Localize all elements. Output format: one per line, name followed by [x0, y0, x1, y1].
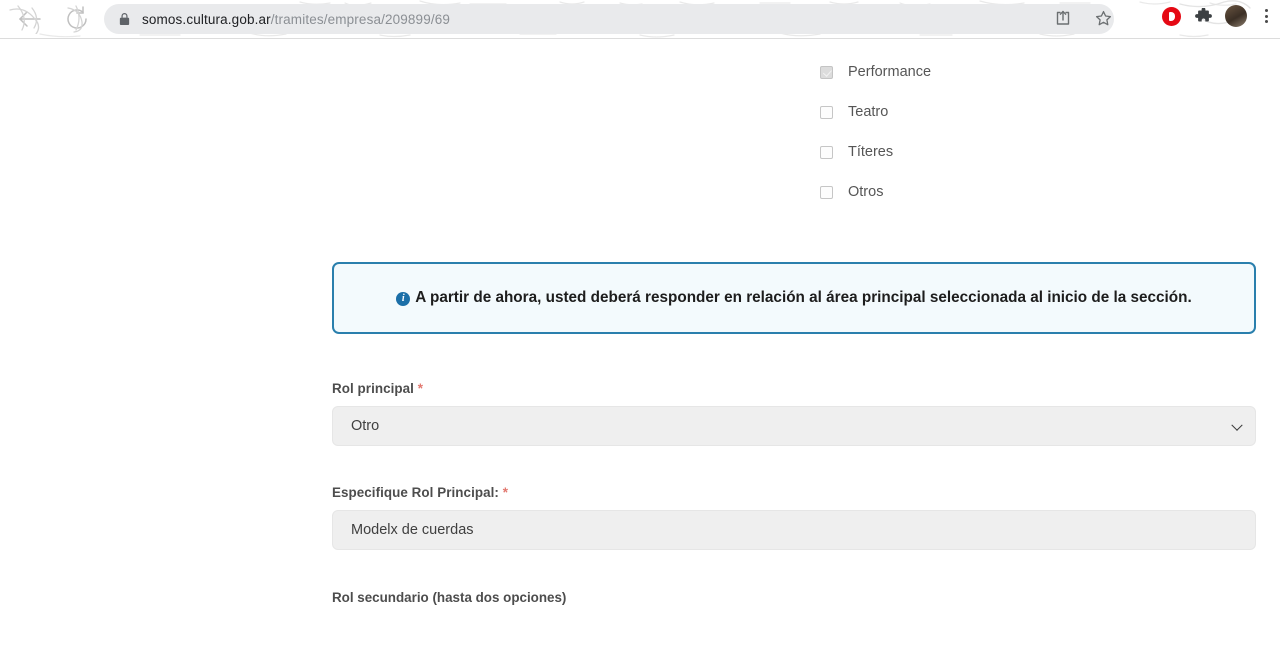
lock-icon: [119, 13, 130, 26]
checkbox-label-otros: Otros: [848, 184, 884, 200]
label-especifique-rol-text: Especifique Rol Principal:: [332, 485, 499, 500]
checkbox-row-performance[interactable]: Performance: [820, 52, 931, 92]
url-path: /tramites/empresa/209899/69: [270, 11, 451, 27]
info-alert: i A partir de ahora, usted deberá respond…: [332, 262, 1256, 335]
kebab-menu-icon[interactable]: [1258, 6, 1274, 26]
checkbox-label-teatro: Teatro: [848, 104, 889, 120]
browser-nav-icons[interactable]: [6, 4, 110, 35]
omnibox-actions[interactable]: [1052, 7, 1114, 29]
checkbox-performance[interactable]: [820, 65, 833, 79]
disciplines-checkbox-group: Performance Teatro Títeres Otros: [820, 52, 931, 212]
checkbox-label-titeres: Títeres: [848, 144, 894, 160]
address-bar[interactable]: somos.cultura.gob.ar/tramites/empresa/20…: [104, 4, 1114, 34]
checkbox-row-titeres[interactable]: Títeres: [820, 132, 931, 172]
checkbox-teatro[interactable]: [820, 105, 833, 119]
info-alert-text: A partir de ahora, usted deberá responde…: [415, 289, 1192, 306]
input-especifique-rol[interactable]: Modelx de cuerdas: [332, 510, 1256, 550]
checkbox-row-teatro[interactable]: Teatro: [820, 92, 931, 132]
input-especifique-rol-value: Modelx de cuerdas: [351, 522, 474, 538]
avatar-icon[interactable]: [1225, 5, 1247, 27]
select-rol-principal-value: Otro: [351, 418, 380, 434]
url-display: somos.cultura.gob.ar/tramites/empresa/20…: [142, 12, 450, 27]
field-rol-principal: Rol principal * Otro: [332, 381, 1256, 446]
checkbox-otros[interactable]: [820, 185, 833, 199]
label-rol-secundario: Rol secundario (hasta dos opciones): [332, 590, 567, 605]
select-rol-principal[interactable]: Otro: [332, 406, 1256, 446]
checkbox-titeres[interactable]: [820, 145, 833, 159]
share-icon[interactable]: [1052, 7, 1074, 29]
label-rol-principal: Rol principal *: [332, 381, 1256, 396]
puzzle-piece-icon[interactable]: [1192, 5, 1214, 27]
reload-icon: [67, 6, 87, 29]
field-especifique-rol: Especifique Rol Principal: * Modelx de c…: [332, 485, 1256, 550]
page-content: Performance Teatro Títeres Otros i A part…: [0, 39, 1280, 647]
record-extension-icon[interactable]: [1162, 6, 1181, 26]
label-rol-principal-text: Rol principal: [332, 381, 414, 396]
browser-right-icons[interactable]: [1162, 5, 1274, 27]
info-alert-body: i A partir de ahora, usted deberá respond…: [374, 288, 1214, 308]
url-domain: somos.cultura.gob.ar: [142, 11, 271, 27]
checkbox-row-otros[interactable]: Otros: [820, 172, 931, 212]
browser-toolbar: somos.cultura.gob.ar/tramites/empresa/20…: [0, 0, 1280, 39]
required-asterisk-rol-principal: *: [417, 381, 424, 396]
chevron-down-icon: [1231, 419, 1243, 431]
checkbox-label-performance: Performance: [848, 64, 932, 80]
required-asterisk-especifique-rol: *: [502, 485, 509, 500]
info-icon: i: [396, 292, 411, 306]
label-especifique-rol: Especifique Rol Principal: *: [332, 485, 1256, 500]
star-icon[interactable]: [1092, 7, 1114, 29]
